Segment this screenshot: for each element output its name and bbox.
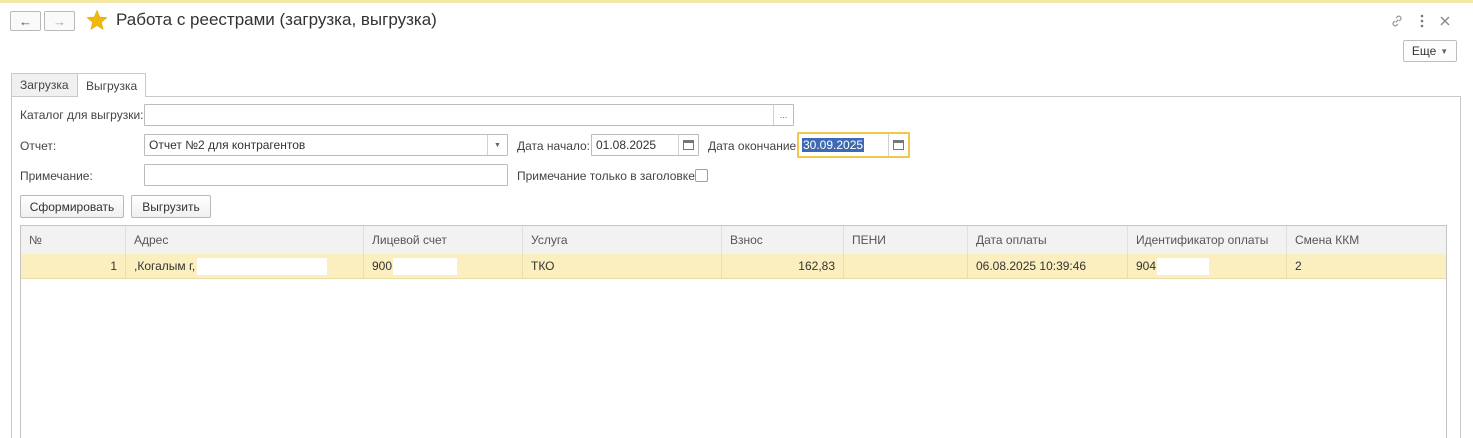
cell-address-text: ,Когалым г, (134, 259, 196, 273)
date-end-calendar-button[interactable] (888, 134, 908, 156)
more-button-label: Еще (1411, 44, 1437, 58)
cell-account: 900 (363, 254, 522, 278)
cell-service: ТКО (522, 254, 721, 278)
redacted-area (1157, 257, 1210, 275)
caret-down-icon: ▼ (494, 141, 501, 149)
report-dropdown-button[interactable]: ▼ (487, 135, 507, 155)
registry-table[interactable]: № Адрес Лицевой счет Услуга Взнос ПЕНИ Д… (20, 225, 1447, 438)
tab-import[interactable]: Загрузка (11, 73, 78, 96)
cell-kkm-shift: 2 (1286, 254, 1448, 278)
redacted-area (393, 257, 458, 275)
cell-pay-date: 06.08.2025 10:39:46 (967, 254, 1127, 278)
note-input[interactable] (144, 164, 508, 186)
tab-export-label: Выгрузка (86, 78, 138, 93)
report-select-value: Отчет №2 для контрагентов (149, 138, 306, 152)
forward-button[interactable]: → (44, 11, 75, 31)
date-start-value: 01.08.2025 (596, 138, 657, 152)
catalog-label: Каталог для выгрузки: (20, 108, 144, 122)
caret-down-icon: ▼ (1440, 46, 1449, 56)
date-start-calendar-button[interactable] (678, 135, 698, 155)
favorite-star-icon[interactable] (86, 9, 108, 31)
date-end-label: Дата окончание: (708, 139, 800, 153)
column-header-num[interactable]: № (21, 226, 125, 254)
cell-account-text: 900 (372, 259, 393, 273)
tab-export[interactable]: Выгрузка (77, 73, 147, 97)
column-header-service[interactable]: Услуга (522, 226, 721, 254)
generate-button-label: Сформировать (29, 199, 115, 214)
catalog-input[interactable]: ... (144, 104, 794, 126)
column-header-pay-date[interactable]: Дата оплаты (967, 226, 1127, 254)
cell-penalty (843, 254, 967, 278)
cell-pay-id: 904 (1127, 254, 1286, 278)
browse-button[interactable]: ... (773, 105, 793, 125)
arrow-left-icon: ← (19, 13, 32, 29)
date-start-label: Дата начало: (517, 139, 591, 153)
close-icon[interactable] (1436, 12, 1454, 30)
column-header-address[interactable]: Адрес (125, 226, 363, 254)
more-button[interactable]: Еще ▼ (1403, 40, 1457, 62)
column-header-kkm-shift[interactable]: Смена ККМ (1286, 226, 1448, 254)
column-header-account[interactable]: Лицевой счет (363, 226, 522, 254)
page-title: Работа с реестрами (загрузка, выгрузка) (116, 10, 437, 29)
column-header-penalty[interactable]: ПЕНИ (843, 226, 967, 254)
cell-payment: 162,83 (721, 254, 843, 278)
date-end-input[interactable]: 30.09.2025 (797, 132, 910, 158)
export-button-label: Выгрузить (142, 199, 200, 214)
back-button[interactable]: ← (10, 11, 41, 31)
cell-pay-id-text: 904 (1136, 259, 1157, 273)
calendar-icon (893, 140, 904, 150)
note-header-only-label: Примечание только в заголовке: (517, 169, 699, 183)
date-start-input[interactable]: 01.08.2025 (591, 134, 699, 156)
link-icon[interactable] (1388, 12, 1406, 30)
table-header: № Адрес Лицевой счет Услуга Взнос ПЕНИ Д… (21, 226, 1446, 255)
generate-button[interactable]: Сформировать (20, 195, 124, 218)
note-label: Примечание: (20, 169, 93, 183)
report-label: Отчет: (20, 139, 57, 153)
more-vertical-icon[interactable] (1413, 12, 1431, 30)
cell-num: 1 (110, 259, 117, 273)
browse-button-label: ... (779, 110, 788, 120)
calendar-icon (683, 140, 694, 150)
table-row[interactable]: 1 ,Когалым г, 900 ТКО 162,83 06.08.2025 … (21, 254, 1446, 279)
top-accent-line (0, 0, 1473, 3)
date-end-value: 30.09.2025 (802, 138, 865, 152)
cell-address: ,Когалым г, (125, 254, 363, 278)
report-select[interactable]: Отчет №2 для контрагентов ▼ (144, 134, 508, 156)
column-header-payment[interactable]: Взнос (721, 226, 843, 254)
note-header-only-checkbox[interactable] (695, 169, 708, 182)
export-button[interactable]: Выгрузить (131, 195, 211, 218)
column-header-pay-id[interactable]: Идентификатор оплаты (1127, 226, 1286, 254)
tab-import-label: Загрузка (20, 78, 69, 92)
arrow-right-icon: → (53, 13, 66, 29)
redacted-area (197, 257, 328, 275)
